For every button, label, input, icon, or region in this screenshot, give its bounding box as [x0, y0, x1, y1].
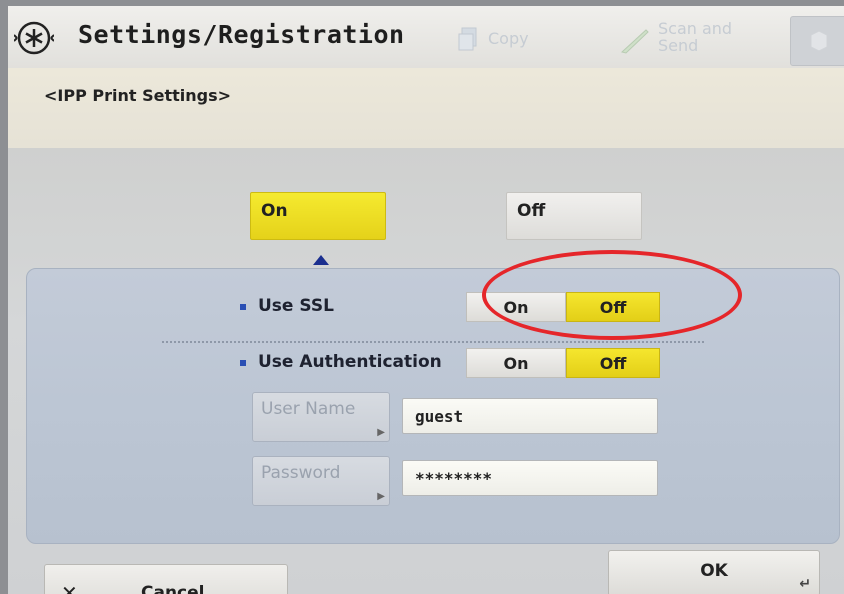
tab-scan-and-send[interactable]: Scan and Send	[620, 20, 770, 60]
box-icon	[810, 30, 828, 52]
use-authentication-label: Use Authentication	[258, 352, 442, 372]
title-bar: Settings/Registration Copy Scan and Send	[8, 6, 844, 69]
ipp-on-button[interactable]: On	[250, 192, 386, 240]
ok-button[interactable]: OK ↵	[608, 550, 820, 594]
enter-icon: ↵	[799, 576, 811, 592]
box-tab[interactable]	[790, 16, 844, 66]
cancel-button[interactable]: ✕ Cancel	[44, 564, 288, 594]
user-name-button-label: User Name	[261, 399, 356, 419]
scan-send-icon	[620, 29, 649, 54]
user-name-button[interactable]: User Name ▶	[252, 392, 390, 442]
chevron-right-icon: ▶	[377, 427, 385, 438]
use-ssl-label: Use SSL	[258, 296, 334, 316]
close-icon: ✕	[61, 581, 78, 594]
tab-scan-and-send-label: Scan and Send	[658, 19, 733, 55]
ok-button-label: OK	[700, 561, 728, 581]
chevron-right-icon: ▶	[377, 491, 385, 502]
settings-asterisk-icon	[14, 21, 54, 55]
page-title: Settings/Registration	[78, 20, 405, 49]
user-name-field[interactable]: guest	[402, 398, 658, 434]
password-field[interactable]: ********	[402, 460, 658, 496]
bullet-icon	[240, 304, 246, 310]
password-button[interactable]: Password ▶	[252, 456, 390, 506]
use-authentication-on-button[interactable]: On	[466, 348, 566, 378]
tab-copy-label: Copy	[488, 29, 529, 48]
red-annotation-circle	[482, 250, 742, 340]
bullet-icon	[240, 360, 246, 366]
divider	[162, 341, 704, 343]
breadcrumb-band	[8, 68, 844, 148]
selection-caret-icon	[313, 255, 329, 265]
copy-icon	[458, 27, 477, 51]
ipp-off-button[interactable]: Off	[506, 192, 642, 240]
cancel-button-label: Cancel	[141, 583, 205, 594]
use-authentication-off-button[interactable]: Off	[566, 348, 660, 378]
password-button-label: Password	[261, 463, 341, 483]
breadcrumb: <IPP Print Settings>	[44, 86, 232, 105]
device-screen: Settings/Registration Copy Scan and Send…	[8, 6, 844, 594]
